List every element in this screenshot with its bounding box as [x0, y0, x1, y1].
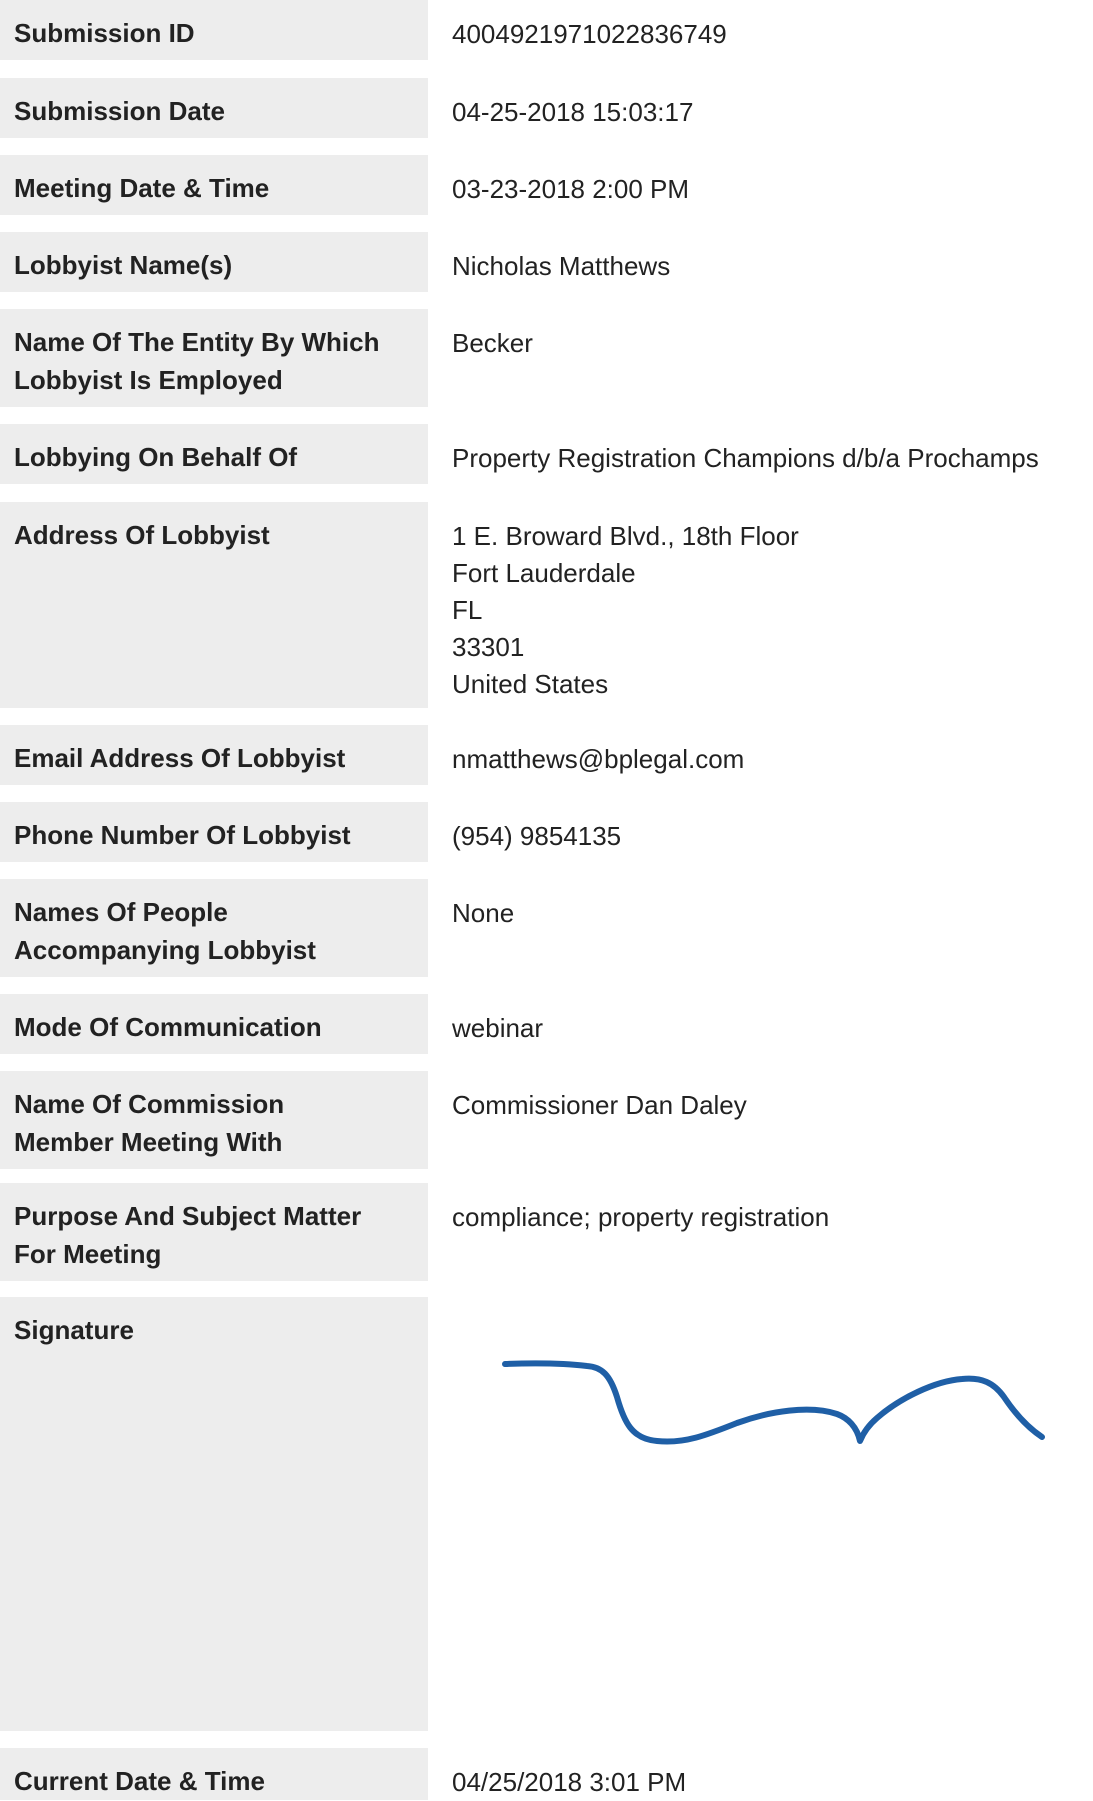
- address-label: Address Of Lobbyist: [14, 520, 270, 550]
- current-date-time-label: Current Date & Time: [14, 1766, 265, 1796]
- row-address: Address Of Lobbyist 1 E. Broward Blvd., …: [0, 502, 1093, 708]
- row-meeting-date-time: Meeting Date & Time 03-23-2018 2:00 PM: [0, 155, 1093, 215]
- signature-label: Signature: [14, 1315, 134, 1345]
- commission-member-label-line1: Name Of Commission: [14, 1089, 285, 1119]
- address-city: Fort Lauderdale: [452, 558, 636, 588]
- value-cell: Nicholas Matthews: [452, 232, 1093, 285]
- email-value: nmatthews@bplegal.com: [452, 744, 745, 774]
- row-email: Email Address Of Lobbyist nmatthews@bple…: [0, 725, 1093, 785]
- label-cell: Submission Date: [0, 78, 428, 138]
- row-behalf-of: Lobbying On Behalf Of Property Registrat…: [0, 424, 1093, 484]
- mode-value: webinar: [452, 1013, 544, 1043]
- value-cell: (954) 9854135: [452, 802, 1093, 855]
- submission-id-label: Submission ID: [14, 18, 195, 48]
- row-signature: Signature: [0, 1297, 1093, 1731]
- row-purpose: Purpose And Subject Matter For Meeting c…: [0, 1183, 1093, 1281]
- label-cell: Signature: [0, 1297, 428, 1731]
- row-lobbyist-names: Lobbyist Name(s) Nicholas Matthews: [0, 232, 1093, 292]
- phone-label: Phone Number Of Lobbyist: [14, 820, 351, 850]
- entity-name-label-line1: Name Of The Entity By Which: [14, 327, 380, 357]
- label-cell: Lobbyist Name(s): [0, 232, 428, 292]
- value-cell: None: [452, 879, 1093, 932]
- purpose-value: compliance; property registration: [452, 1202, 830, 1232]
- value-cell: nmatthews@bplegal.com: [452, 725, 1093, 778]
- label-cell: Mode Of Communication: [0, 994, 428, 1054]
- email-label: Email Address Of Lobbyist: [14, 743, 346, 773]
- submission-id-value: 4004921971022836749: [452, 19, 727, 49]
- address-state: FL: [452, 595, 483, 625]
- label-cell: Submission ID: [0, 0, 428, 60]
- accompanying-label-line1: Names Of People: [14, 897, 228, 927]
- purpose-label-line2: For Meeting: [14, 1239, 162, 1269]
- mode-label: Mode Of Communication: [14, 1012, 322, 1042]
- signature-drawing: [502, 1360, 1045, 1445]
- label-cell: Email Address Of Lobbyist: [0, 725, 428, 785]
- row-entity-name: Name Of The Entity By Which Lobbyist Is …: [0, 309, 1093, 407]
- label-cell: Names Of People Accompanying Lobbyist: [0, 879, 428, 977]
- value-cell: 03-23-2018 2:00 PM: [452, 155, 1093, 208]
- row-mode: Mode Of Communication webinar: [0, 994, 1093, 1054]
- row-current-date-time: Current Date & Time 04/25/2018 3:01 PM: [0, 1748, 1093, 1800]
- label-cell: Current Date & Time: [0, 1748, 428, 1800]
- meeting-date-time-value: 03-23-2018 2:00 PM: [452, 174, 690, 204]
- address-zip: 33301: [452, 632, 525, 662]
- label-cell: Name Of The Entity By Which Lobbyist Is …: [0, 309, 428, 407]
- address-country: United States: [452, 669, 609, 699]
- value-cell: 04-25-2018 15:03:17: [452, 78, 1093, 131]
- current-date-time-value: 04/25/2018 3:01 PM: [452, 1767, 687, 1797]
- value-cell: Becker: [452, 309, 1093, 362]
- commission-member-label-line2: Member Meeting With: [14, 1127, 283, 1157]
- label-cell: Purpose And Subject Matter For Meeting: [0, 1183, 428, 1281]
- value-cell: 4004921971022836749: [452, 0, 1093, 53]
- row-phone: Phone Number Of Lobbyist (954) 9854135: [0, 802, 1093, 862]
- commission-member-value: Commissioner Dan Daley: [452, 1090, 747, 1120]
- value-cell: Property Registration Champions d/b/a Pr…: [452, 424, 1093, 477]
- row-commission-member: Name Of Commission Member Meeting With C…: [0, 1071, 1093, 1169]
- accompanying-label-line2: Accompanying Lobbyist: [14, 935, 316, 965]
- lobbyist-names-value: Nicholas Matthews: [452, 251, 671, 281]
- row-submission-id: Submission ID 4004921971022836749: [0, 0, 1093, 60]
- label-cell: Phone Number Of Lobbyist: [0, 802, 428, 862]
- accompanying-value: None: [452, 898, 515, 928]
- row-accompanying: Names Of People Accompanying Lobbyist No…: [0, 879, 1093, 977]
- submission-date-label: Submission Date: [14, 96, 225, 126]
- lobbyist-names-label: Lobbyist Name(s): [14, 250, 233, 280]
- label-cell: Meeting Date & Time: [0, 155, 428, 215]
- phone-value: (954) 9854135: [452, 821, 622, 851]
- address-value-cell: 1 E. Broward Blvd., 18th Floor Fort Laud…: [452, 502, 1093, 703]
- row-submission-date: Submission Date 04-25-2018 15:03:17: [0, 78, 1093, 138]
- purpose-label-line1: Purpose And Subject Matter: [14, 1201, 362, 1231]
- value-cell: compliance; property registration: [452, 1183, 1093, 1236]
- meeting-date-time-label: Meeting Date & Time: [14, 173, 270, 203]
- value-cell: webinar: [452, 994, 1093, 1047]
- entity-name-label-line2: Lobbyist Is Employed: [14, 365, 283, 395]
- entity-name-value: Becker: [452, 328, 533, 358]
- label-cell: Name Of Commission Member Meeting With: [0, 1071, 428, 1169]
- label-cell: Lobbying On Behalf Of: [0, 424, 428, 484]
- value-cell: Commissioner Dan Daley: [452, 1071, 1093, 1124]
- submission-date-value: 04-25-2018 15:03:17: [452, 97, 694, 127]
- address-street: 1 E. Broward Blvd., 18th Floor: [452, 521, 799, 551]
- label-cell: Address Of Lobbyist: [0, 502, 428, 708]
- value-cell: 04/25/2018 3:01 PM: [452, 1748, 1093, 1801]
- behalf-of-label: Lobbying On Behalf Of: [14, 442, 298, 472]
- signature-stroke: [502, 1360, 1045, 1445]
- behalf-of-value: Property Registration Champions d/b/a Pr…: [452, 443, 1039, 473]
